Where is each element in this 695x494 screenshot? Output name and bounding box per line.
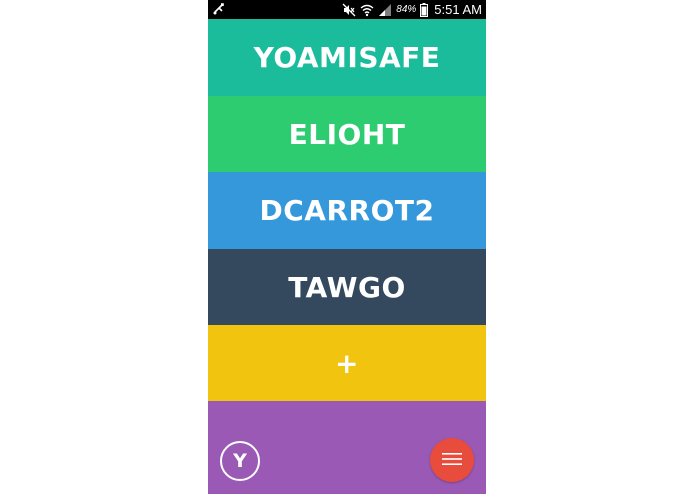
menu-button[interactable] bbox=[430, 438, 474, 482]
account-yoamisafe[interactable]: YOAMISAFE bbox=[208, 19, 486, 96]
battery-icon bbox=[420, 2, 429, 17]
account-dcarrot2[interactable]: DCARROT2 bbox=[208, 172, 486, 249]
hamburger-menu-icon bbox=[442, 451, 462, 470]
y-button-label: Y bbox=[233, 450, 247, 472]
account-label: TAWGO bbox=[288, 270, 406, 304]
mute-icon bbox=[342, 3, 356, 17]
y-profile-button[interactable]: Y bbox=[220, 441, 260, 481]
plus-icon: + bbox=[335, 346, 359, 380]
signal-icon bbox=[378, 3, 392, 17]
account-label: YOAMISAFE bbox=[253, 41, 441, 74]
account-label: DCARROT2 bbox=[259, 194, 435, 227]
account-label: ELIOHT bbox=[288, 117, 406, 151]
wifi-icon bbox=[360, 3, 374, 17]
usb-debug-icon bbox=[213, 2, 227, 16]
account-elioht[interactable]: ELIOHT bbox=[208, 96, 486, 172]
bottom-bar: Y bbox=[208, 401, 486, 494]
status-bar-right: 84% 5:51 AM bbox=[342, 0, 482, 19]
phone-screen: 84% 5:51 AM YOAMISAFE ELIOHT DCARROT2 TA… bbox=[208, 0, 486, 494]
clock: 5:51 AM bbox=[434, 2, 482, 17]
status-bar: 84% 5:51 AM bbox=[208, 0, 486, 19]
account-tawgo[interactable]: TAWGO bbox=[208, 249, 486, 325]
add-account-button[interactable]: + bbox=[208, 325, 486, 401]
battery-percent: 84% bbox=[396, 4, 417, 15]
